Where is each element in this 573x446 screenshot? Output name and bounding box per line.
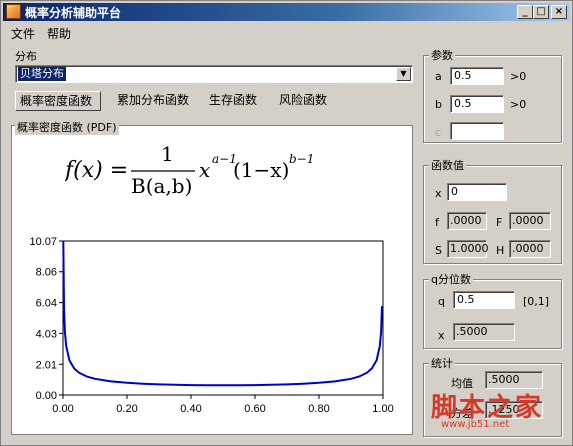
y-tick-label: 4.03 [36, 328, 57, 340]
y-tick-label: 6.04 [36, 298, 57, 310]
menu-help[interactable]: 帮助 [47, 25, 71, 42]
distribution-label: 分布 [15, 50, 37, 63]
funcval-F-value: .0000 [509, 212, 551, 230]
param-a-label: a [435, 70, 442, 83]
y-tick-label: 2.01 [36, 359, 57, 371]
funcval-x-input[interactable]: 0 [447, 183, 507, 201]
distribution-selected: 贝塔分布 [18, 67, 66, 81]
window-title: 概率分析辅助平台 [25, 6, 122, 20]
formula-numerator: 1 [161, 142, 174, 166]
funcval-S-value: 1.0000 [447, 240, 489, 258]
menu-file[interactable]: 文件 [11, 25, 35, 42]
tab-hazard[interactable]: 风险函数 [275, 91, 331, 111]
close-button[interactable]: × [551, 5, 567, 19]
app-icon[interactable] [6, 4, 21, 19]
funcval-S-label: S [435, 244, 442, 257]
pdf-chart: 0.00 2.01 4.03 6.04 8.06 10.07 0.00 0.20 0.40 0.6… [29, 236, 393, 415]
maximize-button[interactable]: □ [533, 5, 549, 19]
quantile-title: q分位数 [429, 271, 473, 287]
y-tick-label: 0.00 [36, 390, 57, 402]
quantile-range: [0,1] [523, 295, 550, 308]
formula-base-one-minus-x: (1−x) [233, 158, 289, 182]
app-window: 概率分析辅助平台 _ □ × 文件 帮助 分布 贝塔分布 ▼ 概率密度函数 累加… [0, 0, 573, 446]
x-tick-label: 0.40 [180, 403, 201, 415]
quantile-x-value: .5000 [453, 323, 515, 341]
tab-survival[interactable]: 生存函数 [205, 91, 261, 111]
param-a-constraint: >0 [510, 70, 527, 83]
chevron-down-icon[interactable]: ▼ [396, 67, 411, 81]
y-tick-label: 10.07 [29, 236, 57, 248]
title-bar[interactable]: 概率分析辅助平台 _ □ × [3, 3, 570, 21]
funcvals-title: 函数值 [429, 157, 466, 173]
stats-title: 统计 [429, 355, 455, 371]
pdf-panel-title: 概率密度函数 (PDF) [15, 119, 119, 135]
param-b-input[interactable]: 0.5 [450, 95, 504, 113]
funcval-H-value: .0000 [509, 240, 551, 258]
x-tick-label: 0.80 [308, 403, 329, 415]
watermark-url: www.jb51.net [441, 419, 510, 430]
funcval-F-label: F [496, 216, 503, 229]
funcval-f-value: .0000 [447, 212, 487, 230]
x-tick-label: 1.00 [372, 403, 393, 415]
x-tick-label: 0.00 [52, 403, 73, 415]
pdf-formula: f(x) = 1 B(a,b) x a−1 (1−x) b−1 [65, 142, 314, 198]
formula-base-x: x [199, 158, 210, 182]
param-b-constraint: >0 [510, 98, 527, 111]
param-a-input[interactable]: 0.5 [450, 67, 504, 85]
quantile-x-label: x [438, 329, 445, 342]
param-b-label: b [435, 98, 442, 111]
funcval-H-label: H [496, 244, 505, 257]
quantile-q-label: q [438, 295, 445, 308]
funcval-x-label: x [435, 187, 442, 200]
tab-pdf[interactable]: 概率密度函数 [15, 91, 101, 111]
x-tick-label: 0.60 [244, 403, 265, 415]
y-tick-label: 8.06 [36, 267, 57, 279]
minimize-button[interactable]: _ [517, 5, 533, 19]
param-c-input[interactable] [450, 122, 504, 140]
formula-lhs: f(x) = [65, 158, 128, 183]
plot-frame [62, 240, 384, 396]
params-title: 参数 [429, 47, 455, 63]
formula-denominator: B(a,b) [131, 174, 192, 198]
quantile-q-input[interactable]: 0.5 [453, 291, 515, 309]
distribution-dropdown[interactable]: 贝塔分布 ▼ [15, 65, 413, 83]
x-tick-label: 0.20 [116, 403, 137, 415]
formula-exponent-b: b−1 [289, 152, 314, 166]
menu-bar: 文件 帮助 [3, 23, 570, 41]
funcval-f-label: f [435, 216, 439, 229]
tab-cdf[interactable]: 累加分布函数 [113, 91, 193, 111]
param-c-label: c [435, 126, 442, 139]
